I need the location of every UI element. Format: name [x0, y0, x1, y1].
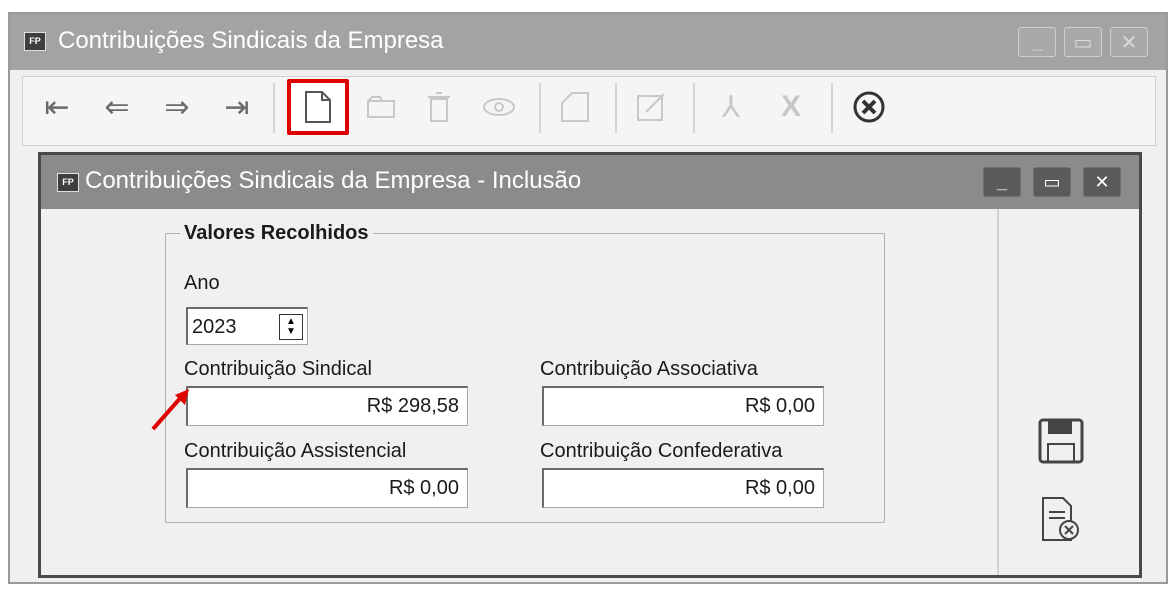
outer-minimize-button[interactable]: _ — [1018, 27, 1056, 57]
save-button[interactable] — [1035, 415, 1087, 467]
pencil-box-icon — [637, 93, 665, 121]
contribuicao-associativa-field[interactable]: R$ 0,00 — [542, 386, 824, 426]
toolbar-separator — [273, 83, 275, 133]
toolbar: ⇤ ⇐ ⇒ ⇥ ⅄ X — [22, 76, 1156, 146]
spinner-arrows-icon[interactable]: ▲ ▼ — [279, 314, 303, 340]
outer-close-button[interactable]: ✕ — [1110, 27, 1148, 57]
folder-edit-icon — [367, 96, 395, 118]
outer-window-title: Contribuições Sindicais da Empresa — [58, 27, 444, 54]
toolbar-separator — [831, 83, 833, 133]
toolbar-separator — [615, 83, 617, 133]
cancel-button[interactable] — [1035, 493, 1087, 545]
page-icon — [561, 92, 589, 122]
app-logo-icon: FP — [57, 173, 79, 192]
dialog-body: Valores Recolhidos Ano 2023 ▲ ▼ Contribui… — [41, 209, 1139, 575]
contribuicao-confederativa-label: Contribuição Confederativa — [540, 440, 783, 462]
inner-title-bar[interactable]: FP Contribuições Sindicais da Empresa - … — [41, 155, 1139, 209]
valores-recolhidos-group: Valores Recolhidos Ano 2023 ▲ ▼ Contribui… — [165, 222, 885, 523]
toolbar-separator — [693, 83, 695, 133]
minimize-icon: _ — [996, 171, 1007, 192]
inner-maximize-button[interactable]: ▭ — [1033, 167, 1071, 197]
edit-record-icon[interactable] — [359, 85, 403, 129]
ano-label: Ano — [184, 272, 220, 294]
inner-close-button[interactable]: ✕ — [1083, 167, 1121, 197]
maximize-icon: ▭ — [1073, 31, 1093, 54]
close-x-icon[interactable] — [847, 85, 891, 129]
copy-icon[interactable] — [553, 85, 597, 129]
maximize-icon: ▭ — [1043, 171, 1061, 192]
pdf-icon[interactable]: ⅄ — [709, 85, 753, 129]
trash-icon — [428, 92, 450, 122]
inner-window-title: Contribuições Sindicais da Empresa - Inc… — [85, 167, 582, 194]
floppy-disk-icon — [1038, 418, 1084, 464]
new-record-button[interactable] — [287, 79, 349, 135]
new-document-icon — [305, 91, 331, 123]
previous-record-icon[interactable]: ⇐ — [95, 85, 139, 129]
delete-icon[interactable] — [417, 85, 461, 129]
outer-maximize-button[interactable]: ▭ — [1064, 27, 1102, 57]
close-icon: ✕ — [1120, 31, 1138, 54]
edit-icon[interactable] — [629, 85, 673, 129]
contribuicao-associativa-label: Contribuição Associativa — [540, 358, 758, 380]
eye-icon — [483, 98, 515, 116]
outer-title-bar[interactable]: FP Contribuições Sindicais da Empresa _ … — [10, 14, 1166, 70]
contribuicao-assistencial-label: Contribuição Assistencial — [184, 440, 407, 462]
excel-icon[interactable]: X — [769, 85, 813, 129]
app-logo-icon: FP — [24, 32, 46, 51]
red-arrow-annotation-icon — [151, 389, 189, 431]
contribuicao-confederativa-field[interactable]: R$ 0,00 — [542, 468, 824, 508]
last-record-icon[interactable]: ⇥ — [215, 85, 259, 129]
inclusion-dialog: FP Contribuições Sindicais da Empresa - … — [38, 152, 1142, 578]
view-icon[interactable] — [477, 85, 521, 129]
inner-minimize-button[interactable]: _ — [983, 167, 1021, 197]
ano-value: 2023 — [192, 316, 237, 338]
contribuicao-sindical-field[interactable]: R$ 298,58 — [186, 386, 468, 426]
outer-window: FP Contribuições Sindicais da Empresa _ … — [8, 12, 1168, 584]
minimize-icon: _ — [1031, 30, 1043, 53]
first-record-icon[interactable]: ⇤ — [35, 85, 79, 129]
actions-panel — [997, 209, 1139, 575]
close-circle-icon — [853, 91, 885, 123]
next-record-icon[interactable]: ⇒ — [155, 85, 199, 129]
toolbar-separator — [539, 83, 541, 133]
group-title: Valores Recolhidos — [180, 222, 373, 245]
document-cancel-icon — [1042, 497, 1079, 541]
ano-spinner[interactable]: 2023 ▲ ▼ — [186, 307, 308, 345]
contribuicao-sindical-label: Contribuição Sindical — [184, 358, 372, 380]
close-icon: ✕ — [1094, 171, 1110, 192]
contribuicao-assistencial-field[interactable]: R$ 0,00 — [186, 468, 468, 508]
